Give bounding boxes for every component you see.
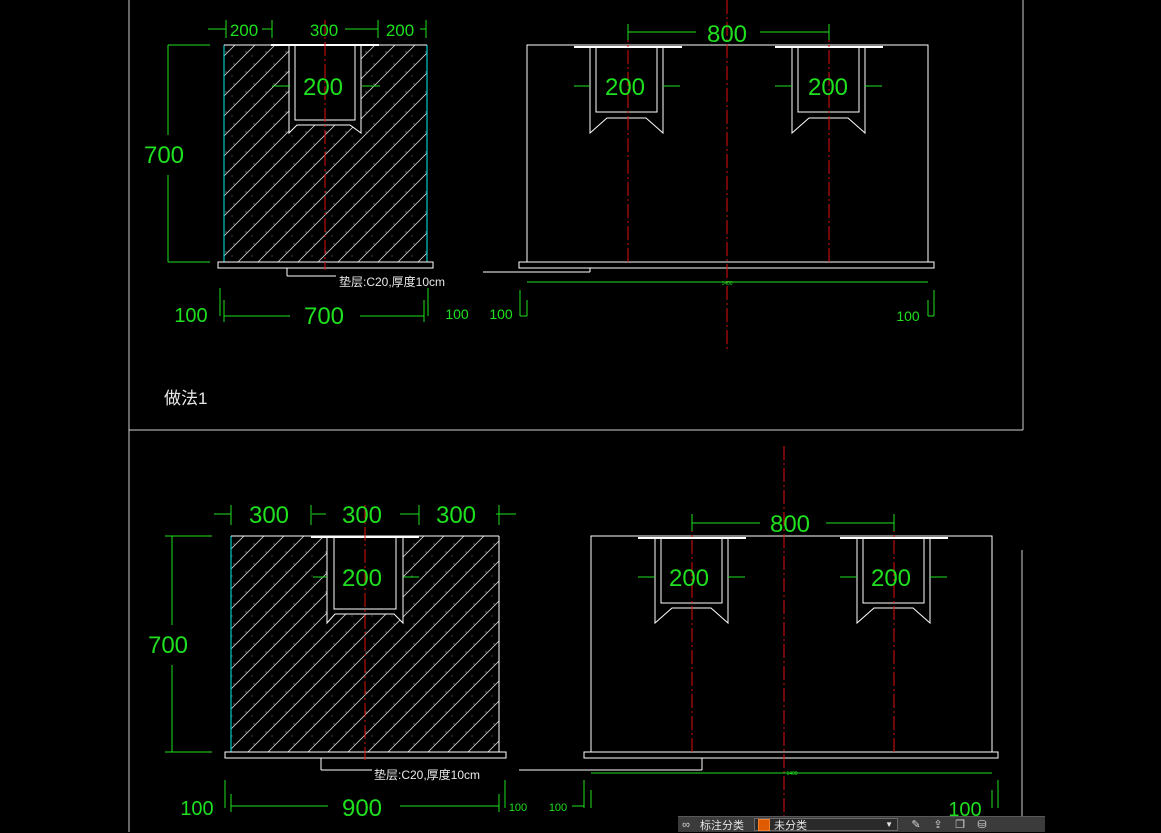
share-icon[interactable]: ⇪ bbox=[930, 818, 946, 831]
upper-bottom-width-dim: 700 bbox=[304, 303, 344, 330]
annotation-category-select[interactable]: 未分类 ▼ bbox=[754, 818, 898, 832]
upper-notch-dim: 200 bbox=[303, 74, 343, 101]
lower-top-dim-middle: 300 bbox=[342, 502, 382, 529]
cad-drawing-canvas[interactable]: 200 300 200 700 200 100 700 100 垫层:C20,厚… bbox=[0, 0, 1161, 832]
upper-section-view[interactable] bbox=[217, 20, 434, 277]
upper-bottom-dim-left: 100 bbox=[174, 305, 207, 327]
upper-elevation-span-dim: 1400 bbox=[721, 281, 732, 287]
glasses-icon[interactable]: ∞ bbox=[678, 819, 694, 831]
annotation-category-value: 未分类 bbox=[774, 819, 807, 832]
database-icon[interactable]: ⛁ bbox=[974, 818, 990, 831]
chevron-down-icon[interactable]: ▼ bbox=[885, 820, 893, 829]
upper-elevation-view[interactable] bbox=[483, 44, 935, 273]
annotation-category-label: 标注分类 bbox=[700, 819, 744, 832]
upper-bottom-dim-right: 100 bbox=[445, 306, 469, 322]
upper-elevation-cut-dim-left: 200 bbox=[605, 74, 645, 101]
annotation-category-toolbar: ∞ 标注分类 未分类 ▼ ✎ ⇪ ❐ ⛁ bbox=[678, 816, 1045, 832]
upper-height-dim: 700 bbox=[144, 142, 184, 169]
lower-elevation-base-dim-left: 100 bbox=[549, 802, 567, 814]
upper-elevation-centerlines bbox=[627, 0, 830, 352]
upper-elevation-cut-dim-right: 200 bbox=[808, 74, 848, 101]
method-label: 做法1 bbox=[164, 389, 207, 408]
upper-top-dim-middle: 300 bbox=[310, 21, 338, 40]
lower-height-dim: 700 bbox=[148, 632, 188, 659]
upper-elevation-top-dim: 800 bbox=[707, 21, 747, 48]
lower-section-view[interactable] bbox=[224, 505, 507, 771]
upper-top-dim-left: 200 bbox=[230, 21, 258, 40]
lower-top-dim-left: 300 bbox=[249, 502, 289, 529]
lower-elevation-cut-dim-right: 200 bbox=[871, 565, 911, 592]
upper-elevation-base-dim-left: 100 bbox=[489, 306, 513, 322]
lower-bottom-dim-right: 100 bbox=[509, 802, 527, 814]
lower-top-dim-right: 300 bbox=[436, 502, 476, 529]
upper-top-dim-right: 200 bbox=[386, 21, 414, 40]
upper-elevation-base-dim-right: 100 bbox=[896, 308, 920, 324]
lower-elevation-dimensions bbox=[572, 514, 999, 808]
lower-elevation-top-dim: 800 bbox=[770, 511, 810, 538]
lower-notch-dim: 200 bbox=[342, 565, 382, 592]
lower-cushion-note: 垫层:C20,厚度10cm bbox=[374, 767, 480, 782]
upper-cushion-note: 垫层:C20,厚度10cm bbox=[339, 274, 445, 289]
copy-icon[interactable]: ❐ bbox=[952, 818, 968, 831]
lower-elevation-span-dim: 1400 bbox=[786, 771, 797, 777]
lower-bottom-dim-left: 100 bbox=[180, 798, 213, 820]
lower-elevation-view[interactable] bbox=[519, 535, 999, 771]
category-color-swatch bbox=[758, 818, 770, 831]
lower-elevation-cut-dim-left: 200 bbox=[669, 565, 709, 592]
edit-icon[interactable]: ✎ bbox=[908, 818, 924, 831]
lower-bottom-width-dim: 900 bbox=[342, 795, 382, 822]
